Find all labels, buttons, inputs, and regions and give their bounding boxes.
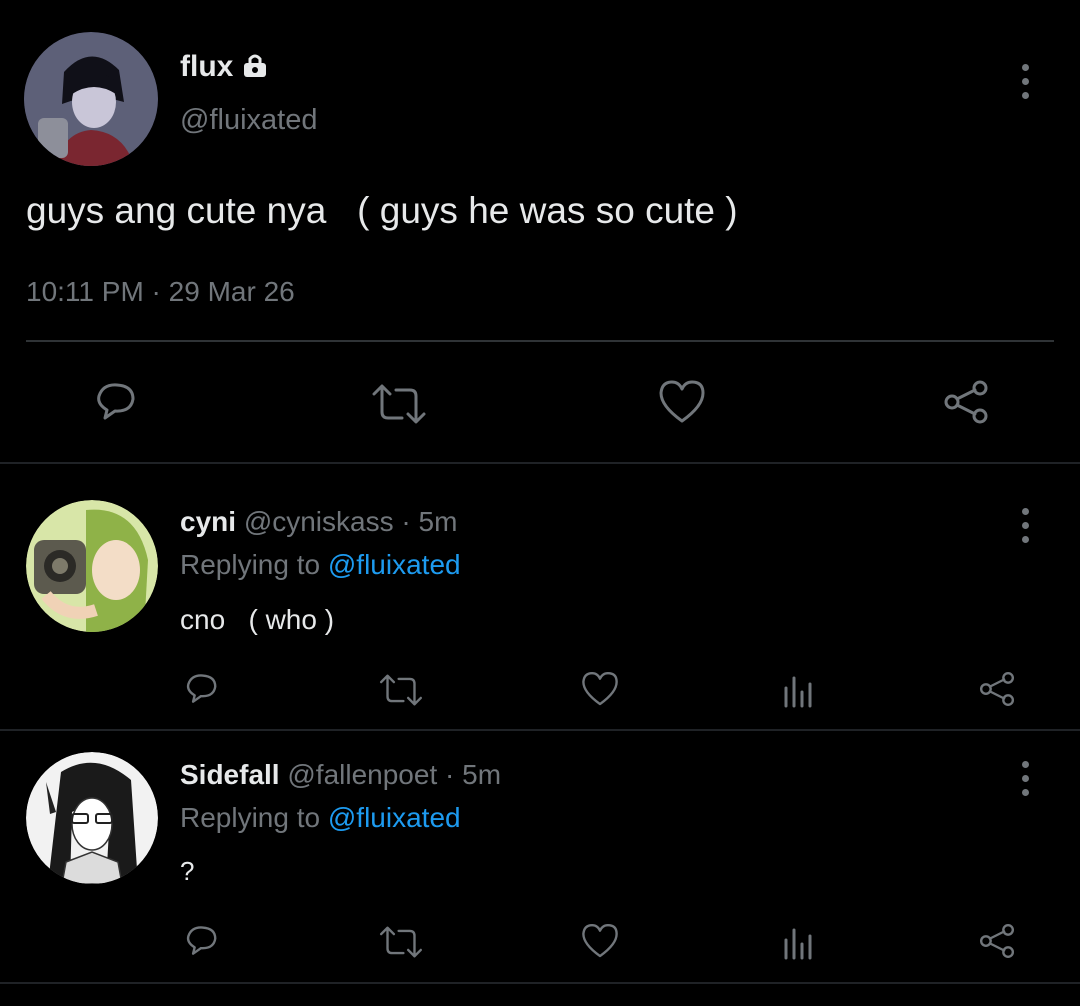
more-options-icon[interactable] (1019, 62, 1031, 102)
reply-time: 5m (418, 506, 458, 537)
author-display-name[interactable]: flux (180, 50, 233, 84)
reply-icon[interactable] (182, 922, 220, 960)
heart-icon[interactable] (580, 922, 620, 960)
replying-to-link[interactable]: @fluixated (328, 802, 461, 833)
reply-icon[interactable] (91, 378, 139, 426)
reply-separator: · (445, 759, 455, 790)
analytics-icon[interactable] (780, 924, 816, 960)
share-icon[interactable] (942, 378, 990, 426)
retweet-icon[interactable] (378, 672, 424, 708)
timestamp-divider (26, 340, 1054, 342)
more-options-icon[interactable] (1019, 759, 1031, 799)
reply-handle[interactable]: @cyniskass (244, 506, 394, 537)
reply-separator: · (401, 506, 411, 537)
analytics-icon[interactable] (780, 672, 816, 708)
share-icon[interactable] (978, 670, 1016, 708)
section-divider (0, 982, 1080, 984)
reply-avatar[interactable] (26, 500, 158, 632)
tweet-text: guys ang cute nya ( guys he was so cute … (26, 190, 738, 231)
author-avatar[interactable] (24, 32, 158, 166)
heart-icon[interactable] (657, 378, 707, 426)
replying-to-link[interactable]: @fluixated (328, 549, 461, 580)
retweet-icon[interactable] (370, 382, 428, 426)
reply-text: cno ( who ) (180, 604, 335, 635)
tweet-timestamp: 10:11 PM · 29 Mar 26 (26, 276, 295, 307)
share-icon[interactable] (978, 922, 1016, 960)
heart-icon[interactable] (580, 670, 620, 708)
reply-icon[interactable] (182, 670, 220, 708)
author-handle[interactable]: @fluixated (180, 104, 317, 137)
reply-time: 5m (462, 759, 502, 790)
replying-to-label: Replying to (180, 802, 321, 833)
reply-text: ? (180, 856, 195, 886)
lock-icon (241, 51, 269, 84)
section-divider (0, 462, 1080, 464)
section-divider (0, 729, 1080, 731)
retweet-icon[interactable] (378, 924, 424, 960)
more-options-icon[interactable] (1019, 506, 1031, 546)
replying-to-label: Replying to (180, 549, 321, 580)
reply-avatar[interactable] (26, 752, 158, 884)
reply-handle[interactable]: @fallenpoet (287, 759, 437, 790)
reply-display-name[interactable]: cyni (180, 506, 236, 537)
reply-display-name[interactable]: Sidefall (180, 759, 280, 790)
